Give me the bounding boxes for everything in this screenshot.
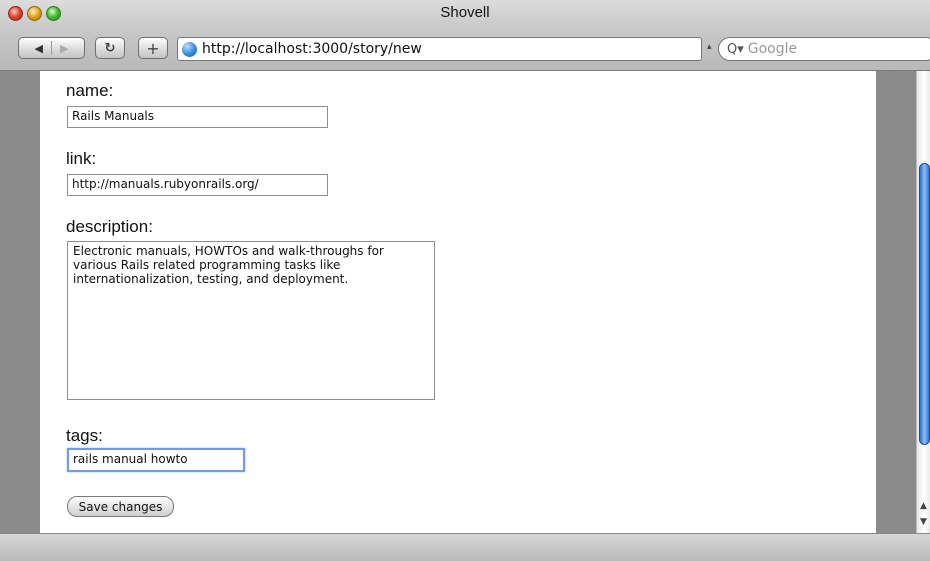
page-content: name: Rails Manuals link: http://manuals… — [40, 71, 876, 533]
vertical-scrollbar[interactable]: ▲ ▼ — [916, 71, 930, 533]
address-bar[interactable]: http://localhost:3000/story/new — [177, 37, 702, 61]
right-margin — [876, 71, 916, 533]
description-label: description: — [66, 217, 153, 236]
window-title: Shovell — [440, 4, 490, 21]
reload-button[interactable]: ↻ — [95, 37, 125, 59]
snapback-icon[interactable]: ▴ — [707, 42, 712, 52]
tags-input[interactable]: rails manual howto — [67, 448, 245, 472]
browser-window: Shovell ◀ ▶ ↻ + http://localhost:3000/st… — [0, 0, 930, 561]
scrollbar-thumb[interactable] — [919, 163, 930, 445]
search-field[interactable]: Q▾ Google — [718, 37, 930, 61]
status-bar — [0, 533, 930, 561]
tags-label: tags: — [66, 426, 103, 445]
name-label: name: — [66, 81, 114, 100]
plus-icon: + — [146, 38, 160, 58]
link-input[interactable]: http://manuals.rubyonrails.org/ — [67, 174, 328, 196]
scroll-up-arrow-icon[interactable]: ▲ — [920, 501, 927, 511]
search-icon[interactable]: Q▾ — [727, 42, 744, 57]
scroll-down-arrow-icon[interactable]: ▼ — [920, 517, 927, 527]
reload-icon: ↻ — [104, 40, 116, 56]
link-label: link: — [66, 149, 97, 168]
back-forward-button[interactable]: ◀ ▶ — [18, 37, 85, 59]
forward-arrow-icon[interactable]: ▶ — [60, 42, 68, 55]
save-changes-button[interactable]: Save changes — [67, 496, 174, 517]
browser-toolbar: Shovell ◀ ▶ ↻ + http://localhost:3000/st… — [0, 0, 930, 71]
globe-icon — [182, 41, 197, 57]
add-bookmark-button[interactable]: + — [138, 37, 168, 59]
back-arrow-icon[interactable]: ◀ — [35, 42, 43, 55]
search-placeholder: Google — [747, 41, 798, 57]
left-margin — [0, 71, 40, 533]
description-textarea[interactable]: Electronic manuals, HOWTOs and walk-thro… — [67, 241, 435, 400]
name-input[interactable]: Rails Manuals — [67, 106, 328, 128]
address-url[interactable]: http://localhost:3000/story/new — [202, 41, 422, 57]
